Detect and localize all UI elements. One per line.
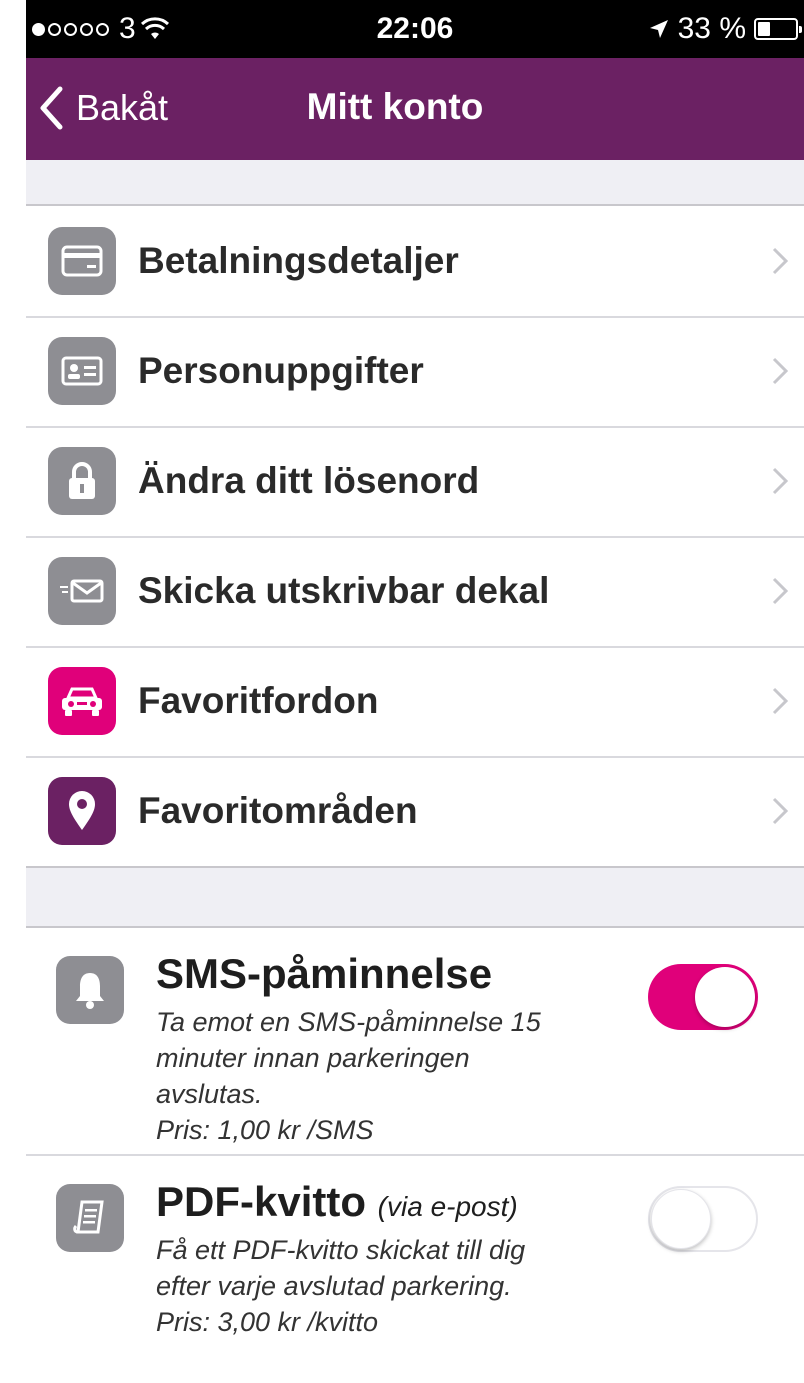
chevron-right-icon [772, 797, 788, 825]
sms-reminder-toggle[interactable] [648, 964, 758, 1030]
menu-item-label: Skicka utskrivbar dekal [138, 570, 550, 611]
chevron-right-icon [772, 467, 788, 495]
toggle-knob [651, 1189, 711, 1249]
description-line: efter varje avslutad parkering. [156, 1271, 512, 1301]
sms-reminder-text: SMS-påminnelse Ta emot en SMS-påminnelse… [156, 928, 626, 1154]
menu-item-skicka-dekal[interactable]: Skicka utskrivbar dekal [26, 536, 804, 646]
chevron-right-icon [772, 357, 788, 385]
chevron-right-icon [772, 687, 788, 715]
status-bar: 3 22:06 33 % [26, 0, 804, 58]
lock-icon [48, 447, 116, 515]
menu-item-favoritomraden[interactable]: Favoritområden [26, 756, 804, 866]
id-card-icon [48, 337, 116, 405]
menu-item-label: Favoritområden [138, 790, 418, 831]
bell-icon [56, 956, 124, 1024]
account-menu-list: Betalningsdetaljer Personuppgifter Ändra… [26, 206, 804, 866]
menu-item-andra-losenord[interactable]: Ändra ditt lösenord [26, 426, 804, 536]
battery-percent: 33 % [677, 12, 746, 45]
navigation-bar: Bakåt Mitt konto [26, 58, 804, 160]
section-spacer [26, 866, 804, 928]
price-line: Pris: 3,00 kr /kvitto [156, 1307, 379, 1337]
pdf-receipt-title-main: PDF-kvitto [156, 1178, 366, 1225]
price-line: Pris: 1,00 kr /SMS [156, 1115, 374, 1145]
pdf-receipt-description: Få ett PDF-kvitto skickat till dig efter… [156, 1232, 626, 1340]
credit-card-icon [48, 227, 116, 295]
location-arrow-icon [649, 20, 668, 38]
menu-item-favoritfordon[interactable]: Favoritfordon [26, 646, 804, 756]
page-title: Mitt konto [306, 86, 484, 127]
battery-icon [754, 18, 802, 40]
envelope-icon [48, 557, 116, 625]
setting-row-sms-reminder: SMS-påminnelse Ta emot en SMS-påminnelse… [26, 928, 804, 1154]
app-screen: 3 22:06 33 % Bakåt Mitt konto Betalnings… [26, 0, 804, 1383]
description-line: minuter innan parkeringen [156, 1043, 470, 1073]
description-line: Få ett PDF-kvitto skickat till dig [156, 1235, 526, 1265]
sms-reminder-description: Ta emot en SMS-påminnelse 15 minuter inn… [156, 1004, 626, 1148]
status-right: 33 % [648, 12, 802, 46]
pdf-receipt-toggle[interactable] [648, 1186, 758, 1252]
location-pin-icon [48, 777, 116, 845]
menu-item-betalningsdetaljer[interactable]: Betalningsdetaljer [26, 206, 804, 316]
menu-item-personuppgifter[interactable]: Personuppgifter [26, 316, 804, 426]
receipt-icon [56, 1184, 124, 1252]
menu-item-label: Personuppgifter [138, 350, 424, 391]
setting-row-pdf-receipt: PDF-kvitto (via e-post) Få ett PDF-kvitt… [26, 1156, 804, 1356]
chevron-right-icon [772, 577, 788, 605]
pdf-receipt-title: PDF-kvitto (via e-post) [156, 1178, 626, 1226]
pdf-receipt-title-suffix: (via e-post) [377, 1191, 518, 1222]
description-line: avslutas. [156, 1079, 263, 1109]
menu-item-label: Ändra ditt lösenord [138, 460, 480, 501]
menu-item-label: Betalningsdetaljer [138, 240, 459, 281]
section-spacer [26, 160, 804, 206]
chevron-right-icon [772, 247, 788, 275]
car-icon [48, 667, 116, 735]
description-line: Ta emot en SMS-påminnelse 15 [156, 1007, 541, 1037]
toggle-knob [695, 967, 755, 1027]
pdf-receipt-text: PDF-kvitto (via e-post) Få ett PDF-kvitt… [156, 1156, 626, 1356]
sms-reminder-title: SMS-påminnelse [156, 950, 493, 997]
menu-item-label: Favoritfordon [138, 680, 379, 721]
